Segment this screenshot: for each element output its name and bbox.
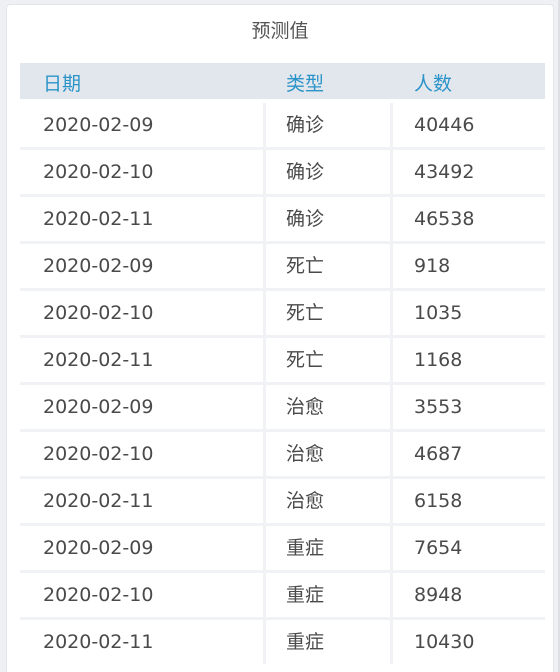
table-row[interactable]: 2020-02-11 重症 10430 [20,617,545,664]
table-row[interactable]: 2020-02-09 重症 7654 [20,523,545,570]
cell-date: 2020-02-11 [43,490,154,512]
cell-date: 2020-02-09 [43,537,154,559]
cell-type: 死亡 [286,255,325,277]
cell-count: 1168 [414,349,463,371]
cell-date: 2020-02-10 [43,584,154,606]
cell-type: 死亡 [286,302,325,324]
column-separator [390,244,393,288]
column-separator [263,244,266,288]
column-header-count[interactable]: 人数 [414,63,452,99]
cell-date: 2020-02-10 [43,302,154,324]
cell-type: 确诊 [286,161,325,183]
cell-count: 7654 [414,537,463,559]
column-separator [263,526,266,570]
cell-date: 2020-02-10 [43,443,154,465]
column-separator [263,385,266,429]
column-header-date[interactable]: 日期 [43,63,81,99]
column-separator [263,620,266,664]
column-separator [390,150,393,194]
table-header: 日期 类型 人数 [20,63,545,99]
column-separator [390,103,393,147]
cell-date: 2020-02-11 [43,631,154,653]
cell-date: 2020-02-11 [43,208,154,230]
table-row[interactable]: 2020-02-11 确诊 46538 [20,194,545,241]
column-separator [390,338,393,382]
column-separator [390,385,393,429]
cell-count: 8948 [414,584,463,606]
column-separator [263,573,266,617]
cell-count: 43492 [414,161,475,183]
column-separator [390,432,393,476]
column-separator [263,432,266,476]
column-separator [263,291,266,335]
cell-type: 重症 [286,537,325,559]
cell-date: 2020-02-09 [43,396,154,418]
cell-date: 2020-02-09 [43,255,154,277]
column-separator [263,150,266,194]
column-separator [390,526,393,570]
cell-date: 2020-02-09 [43,114,154,136]
table-row[interactable]: 2020-02-09 死亡 918 [20,241,545,288]
cell-count: 3553 [414,396,463,418]
table-row[interactable]: 2020-02-10 重症 8948 [20,570,545,617]
cell-type: 治愈 [286,443,325,465]
cell-count: 918 [414,255,451,277]
cell-count: 46538 [414,208,475,230]
panel-title: 预测值 [251,20,309,42]
column-separator [390,620,393,664]
cell-count: 4687 [414,443,463,465]
cell-count: 40446 [414,114,475,136]
cell-count: 6158 [414,490,463,512]
table-row[interactable]: 2020-02-11 死亡 1168 [20,335,545,382]
prediction-panel: 预测值 日期 类型 人数 2020-02-09 确诊 40446 2020-02-10… [6,4,554,672]
cell-type: 治愈 [286,396,325,418]
column-separator [263,103,266,147]
cell-type: 重症 [286,631,325,653]
cell-count: 1035 [414,302,463,324]
column-separator [390,573,393,617]
cell-type: 重症 [286,584,325,606]
prediction-table: 日期 类型 人数 2020-02-09 确诊 40446 2020-02-10 确诊 43… [20,63,545,664]
table-row[interactable]: 2020-02-10 死亡 1035 [20,288,545,335]
table-row[interactable]: 2020-02-11 治愈 6158 [20,476,545,523]
column-separator [263,197,266,241]
table-row[interactable]: 2020-02-09 确诊 40446 [20,99,545,147]
column-separator [390,479,393,523]
column-separator [263,338,266,382]
column-separator [390,291,393,335]
table-row[interactable]: 2020-02-09 治愈 3553 [20,382,545,429]
table-row[interactable]: 2020-02-10 治愈 4687 [20,429,545,476]
table-row[interactable]: 2020-02-10 确诊 43492 [20,147,545,194]
column-separator [263,479,266,523]
cell-type: 死亡 [286,349,325,371]
cell-date: 2020-02-10 [43,161,154,183]
column-separator [390,197,393,241]
column-header-type[interactable]: 类型 [286,63,324,99]
cell-count: 10430 [414,631,475,653]
cell-type: 确诊 [286,208,325,230]
cell-type: 治愈 [286,490,325,512]
cell-date: 2020-02-11 [43,349,154,371]
cell-type: 确诊 [286,114,325,136]
table-body: 2020-02-09 确诊 40446 2020-02-10 确诊 43492 2020-0… [20,99,545,664]
